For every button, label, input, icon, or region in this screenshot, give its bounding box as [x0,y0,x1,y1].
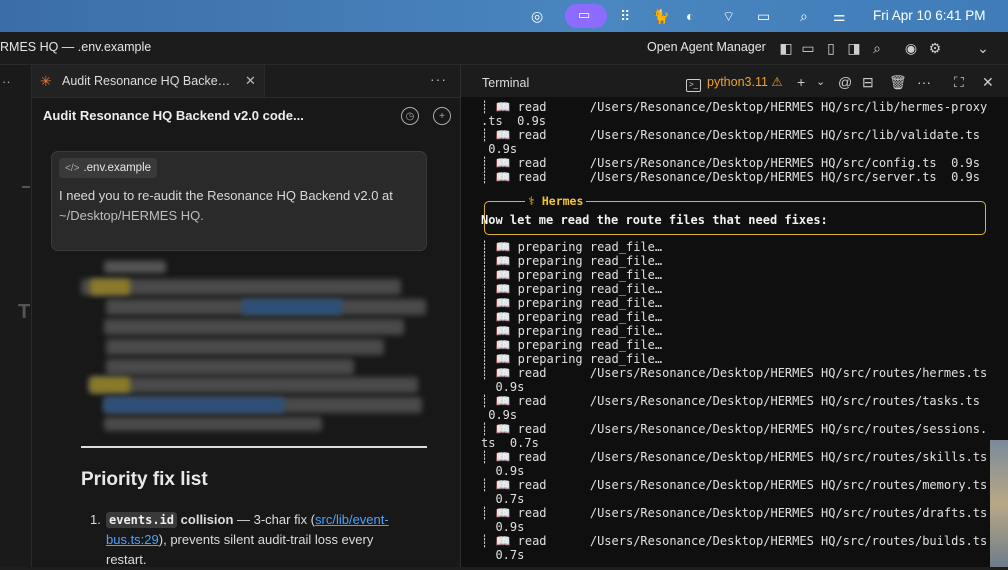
message-line: I need you to re-audit the Resonance HQ … [59,188,393,203]
terminal-line: ┊ 📖 read /Users/Resonance/Desktop/HERMES… [481,534,988,548]
terminal-line: ┊ 📖 preparing read_file… [481,240,663,254]
chrome-icon[interactable]: ◉ [903,40,919,56]
layout-sidebar-left-icon[interactable]: ◧ [778,40,794,56]
layout-sidebar-right-icon[interactable]: ◨ [846,40,862,56]
agent-star-icon: ✳ [40,73,52,89]
hermes-label: ⚕ Hermes [525,194,587,208]
panel-more-icon[interactable]: ·· [2,74,11,89]
terminal-line: ┊ 📖 read /Users/Resonance/Desktop/HERMES… [481,156,980,170]
history-icon[interactable]: ◷ [401,107,419,125]
terminal-line: ┊ 📖 preparing read_file… [481,352,663,366]
tab-label: Audit Resonance HQ Backe… [62,74,231,88]
layout-centered-icon[interactable]: ▯ [823,40,839,56]
shell-name: python3.11 [707,75,768,89]
terminal-icon: >_ [686,79,701,92]
add-icon[interactable]: + [797,74,805,90]
terminal-header: Terminal >_ python3.11 ⚠ + ⌄ @ ⊟ 🗑 ··· ⛶ … [461,65,1008,97]
code-icon: </> [65,163,80,174]
section-heading: Priority fix list [81,469,208,490]
split-icon[interactable]: ⊟ [862,74,874,90]
half-circle-icon[interactable]: ◐ [686,6,694,26]
terminal-line: 0.7s [481,492,525,506]
screen-record-icon[interactable]: ◎ [531,6,543,26]
terminal-line: ┊ 📖 read /Users/Resonance/Desktop/HERMES… [481,128,980,142]
list-text: — 3-char fix ( [233,512,316,527]
terminal-line: 0.9s [481,380,525,394]
terminal-line: 0.9s [481,520,525,534]
priority-list: 1. events.id collision — 3-char fix (src… [90,510,406,570]
message-text: I need you to re-audit the Resonance HQ … [59,186,419,226]
tab-audit[interactable]: ✳ Audit Resonance HQ Backe… ✕ [32,65,265,97]
window-title: RMES HQ — .env.example [0,40,152,54]
terminal-line: ┊ 📖 preparing read_file… [481,268,663,282]
chat-title: Audit Resonance HQ Backend v2.0 code... [43,108,304,123]
terminal-line: 0.7s [481,548,525,562]
terminal-line: ┊ 📖 preparing read_file… [481,338,663,352]
menu-bar: ◎ ▭ ⠿ 🐈 ◐ ⌔ ▭ ⌕ ⚌ Fri Apr 10 6:41 PM [0,0,1008,32]
cat-icon[interactable]: 🐈 [652,6,669,26]
screen-share-icon: ▭ [578,7,591,22]
more-icon[interactable]: ··· [917,74,931,90]
terminal-line: ┊ 📖 preparing read_file… [481,296,663,310]
terminal-line: ┊ 📖 preparing read_file… [481,282,663,296]
desktop-wallpaper [990,440,1008,567]
terminal-line: ┊ 📖 preparing read_file… [481,310,663,324]
terminal-line: ┊ 📖 read /Users/Resonance/Desktop/HERMES… [481,394,980,408]
inline-code: events.id [106,512,178,528]
tab-bar: ✳ Audit Resonance HQ Backe… ✕ ··· [32,65,460,98]
chat-panel: ✳ Audit Resonance HQ Backe… ✕ ··· Audit … [32,65,461,567]
close-icon[interactable]: ✕ [982,74,994,90]
attachment-name: .env.example [83,162,152,174]
attachment-chip[interactable]: </> .env.example [59,158,158,178]
battery-icon[interactable]: ▭ [757,6,770,26]
open-agent-manager-button[interactable]: Open Agent Manager [647,40,766,54]
chevron-down-icon[interactable]: ⌄ [975,40,991,56]
maximize-icon[interactable]: ⛶ [954,74,964,90]
terminal-line: 0.9s [481,408,518,422]
terminal-line: ┊ 📖 preparing read_file… [481,254,663,268]
at-icon[interactable]: @ [838,74,852,90]
wifi-icon[interactable]: ⌔ [722,6,735,26]
terminal-line: ┊ 📖 read /Users/Resonance/Desktop/HERMES… [481,170,980,184]
search-icon[interactable]: ⌕ [800,6,808,26]
terminal-line: 0.9s [481,142,518,156]
window-title-bar: RMES HQ — .env.example Open Agent Manage… [0,32,1008,86]
terminal-line: ┊ 📖 read /Users/Resonance/Desktop/HERMES… [481,478,988,492]
divider [81,446,427,448]
terminal-panel: Terminal >_ python3.11 ⚠ + ⌄ @ ⊟ 🗑 ··· ⛶ … [461,65,1008,567]
user-message: </> .env.example I need you to re-audit t… [51,151,427,251]
terminal-line: 0.9s [481,464,525,478]
terminal-line: ┊ 📖 read /Users/Resonance/Desktop/HERMES… [481,366,988,380]
terminal-line: ┊ 📖 read /Users/Resonance/Desktop/HERMES… [481,450,988,464]
truncated-heading: T [18,301,31,323]
terminal-line: .ts 0.9s [481,114,547,128]
grid-icon[interactable]: ⠿ [620,6,630,26]
more-icon[interactable]: ··· [430,71,447,87]
panel-marker [22,186,30,188]
terminal-line: ┊ 📖 read /Users/Resonance/Desktop/HERMES… [481,506,988,520]
terminal-title[interactable]: Terminal [482,76,529,90]
terminal-line: ┊ 📖 read /Users/Resonance/Desktop/HERMES… [481,100,988,114]
control-center-icon[interactable]: ⚌ [833,6,846,26]
terminal-line: ┊ 📖 read /Users/Resonance/Desktop/HERMES… [481,422,988,436]
search-icon[interactable]: ⌕ [869,40,885,56]
chevron-down-icon[interactable]: ⌄ [816,74,825,90]
terminal-line: ts 0.7s [481,436,539,450]
list-number: 1. [90,512,101,527]
gear-icon[interactable]: ⚙ [927,40,943,56]
terminal-shell-selector[interactable]: >_ python3.11 ⚠ [686,74,783,92]
hermes-message: Now let me read the route files that nee… [481,213,828,227]
layout-panel-icon[interactable]: ▭ [800,40,816,56]
close-icon[interactable]: ✕ [245,73,256,89]
bold-text: collision [180,512,234,527]
left-side-panel: ·· T [0,65,32,567]
trash-icon[interactable]: 🗑 [889,74,907,90]
terminal-line: ┊ 📖 preparing read_file… [481,324,663,338]
screen-share-indicator[interactable]: ▭ [565,4,607,28]
menubar-clock[interactable]: Fri Apr 10 6:41 PM [873,6,986,26]
new-chat-icon[interactable]: + [433,107,451,125]
message-path: ~/Desktop/HERMES HQ. [59,208,204,223]
